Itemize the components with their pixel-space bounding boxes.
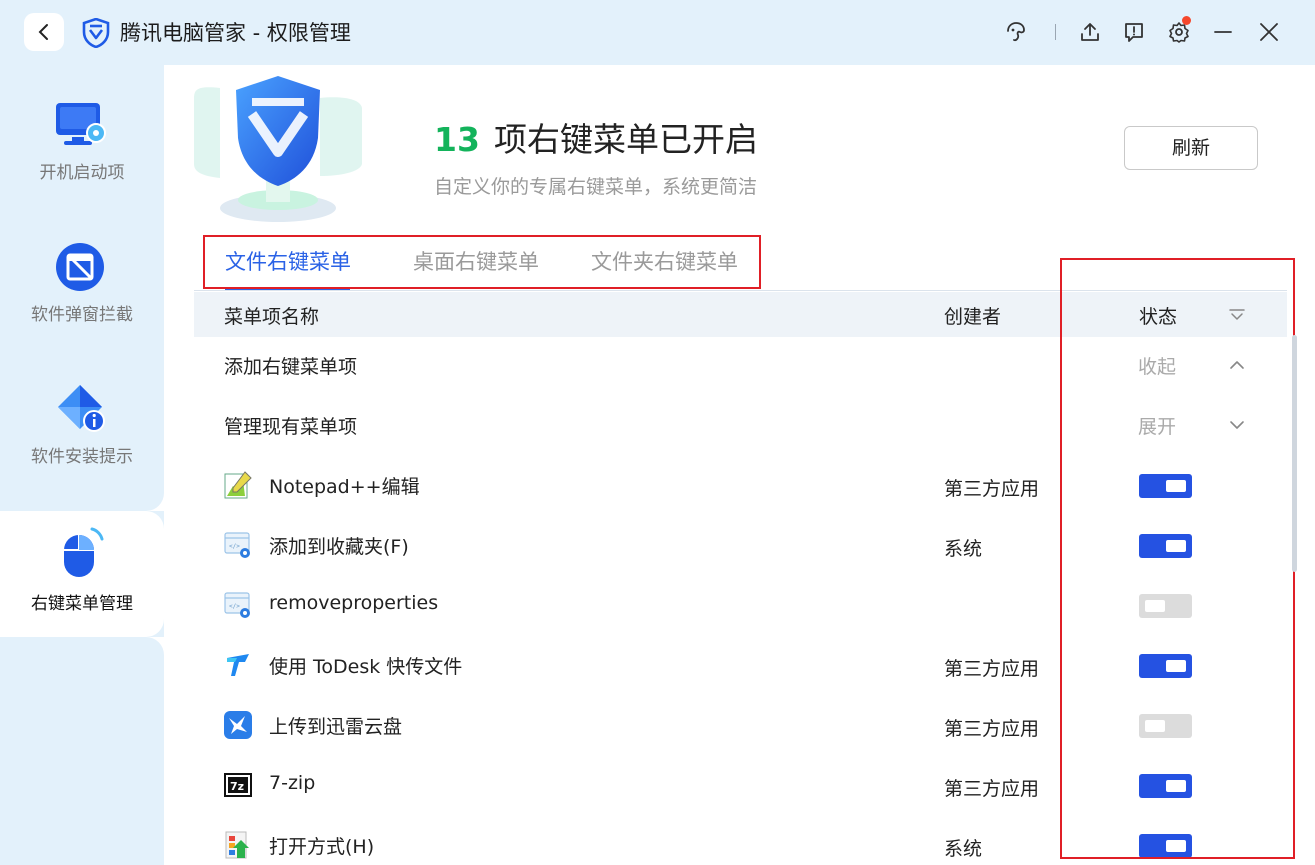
menu-item-creator: 第三方应用 (944, 658, 1040, 680)
svg-text:</>: </> (229, 603, 240, 610)
sidebar-item-context-menu[interactable]: 右键菜单管理 (0, 511, 164, 637)
notepad-plus-plus-icon (224, 471, 252, 499)
shield-illustration (194, 76, 362, 222)
column-header-creator: 创建者 (944, 306, 1002, 328)
menu-item-creator: 第三方应用 (944, 718, 1040, 740)
chevron-left-icon (38, 24, 48, 40)
sidebar-corner (0, 493, 164, 511)
minimize-button[interactable] (1210, 19, 1236, 45)
xunlei-icon (224, 711, 252, 739)
menu-item-name: Notepad++编辑 (269, 476, 420, 498)
system-window-icon: </> (224, 592, 250, 618)
menu-item-name: 添加到收藏夹(F) (269, 536, 409, 558)
close-button[interactable] (1256, 19, 1282, 45)
vertical-scrollbar[interactable] (1292, 335, 1297, 572)
minimize-icon (1214, 31, 1232, 33)
menu-item-creator: 第三方应用 (944, 778, 1040, 800)
window-title: 腾讯电脑管家 - 权限管理 (120, 21, 351, 45)
popup-block-icon (56, 243, 104, 291)
column-header-name: 菜单项名称 (224, 306, 320, 328)
sidebar-item-install-notice[interactable]: 软件安装提示 (0, 349, 164, 489)
monitor-icon (56, 103, 106, 145)
enabled-count-heading: 13 项右键菜单已开启 (434, 117, 758, 163)
system-window-icon: </> (224, 532, 250, 558)
menu-item-creator: 系统 (944, 538, 983, 560)
menu-item-name: 使用 ToDesk 快传文件 (269, 656, 463, 678)
todesk-icon (227, 654, 249, 676)
install-notice-icon (58, 385, 105, 432)
back-button[interactable] (24, 13, 64, 51)
feedback-icon (1125, 23, 1143, 42)
svg-text:</>: </> (229, 543, 240, 550)
sidebar-item-popup-block[interactable]: 软件弹窗拦截 (0, 207, 164, 347)
page-subtitle: 自定义你的专属右键菜单，系统更简洁 (434, 176, 758, 198)
tencent-shield-logo-icon (82, 18, 110, 48)
settings-button[interactable] (1166, 16, 1192, 45)
svg-text:7z: 7z (230, 780, 244, 793)
enabled-count: 13 (434, 120, 480, 159)
skin-icon (1007, 22, 1025, 42)
tabs-highlight-box (203, 235, 761, 289)
sidebar-item-label: 右键菜单管理 (31, 594, 133, 614)
seven-zip-icon: 7z (224, 773, 252, 797)
menu-item-creator: 第三方应用 (944, 478, 1040, 500)
menu-item-name: removeproperties (269, 592, 439, 614)
title-bar: 腾讯电脑管家 - 权限管理 (0, 0, 1315, 65)
title-separator (1055, 24, 1056, 40)
mouse-icon (64, 527, 104, 577)
share-button[interactable] (1077, 19, 1103, 45)
menu-item-name: 打开方式(H) (269, 836, 375, 858)
menu-item-name: 7-zip (269, 772, 316, 794)
menu-item-creator: 系统 (944, 838, 983, 860)
sidebar: 开机启动项 软件弹窗拦截 软件安装提示 右键菜单管理 (0, 65, 164, 865)
upload-icon (1081, 23, 1099, 41)
sidebar-item-label: 软件弹窗拦截 (31, 305, 133, 325)
refresh-button[interactable]: 刷新 (1124, 126, 1258, 170)
skin-button[interactable] (1003, 19, 1029, 45)
feedback-button[interactable] (1121, 19, 1147, 45)
sidebar-item-startup[interactable]: 开机启动项 (0, 65, 164, 205)
group-add-menu-items[interactable]: 添加右键菜单项 (224, 352, 357, 379)
group-manage-menu-items[interactable]: 管理现有菜单项 (224, 412, 357, 439)
close-icon (1260, 23, 1278, 41)
enabled-count-text: 项右键菜单已开启 (493, 120, 758, 159)
status-highlight-box (1060, 258, 1295, 859)
sidebar-item-label: 软件安装提示 (31, 447, 133, 467)
sidebar-item-label: 开机启动项 (39, 163, 125, 183)
notification-dot (1182, 16, 1191, 25)
open-with-icon (225, 831, 249, 859)
sidebar-corner (0, 637, 164, 655)
menu-item-name: 上传到迅雷云盘 (269, 716, 403, 738)
